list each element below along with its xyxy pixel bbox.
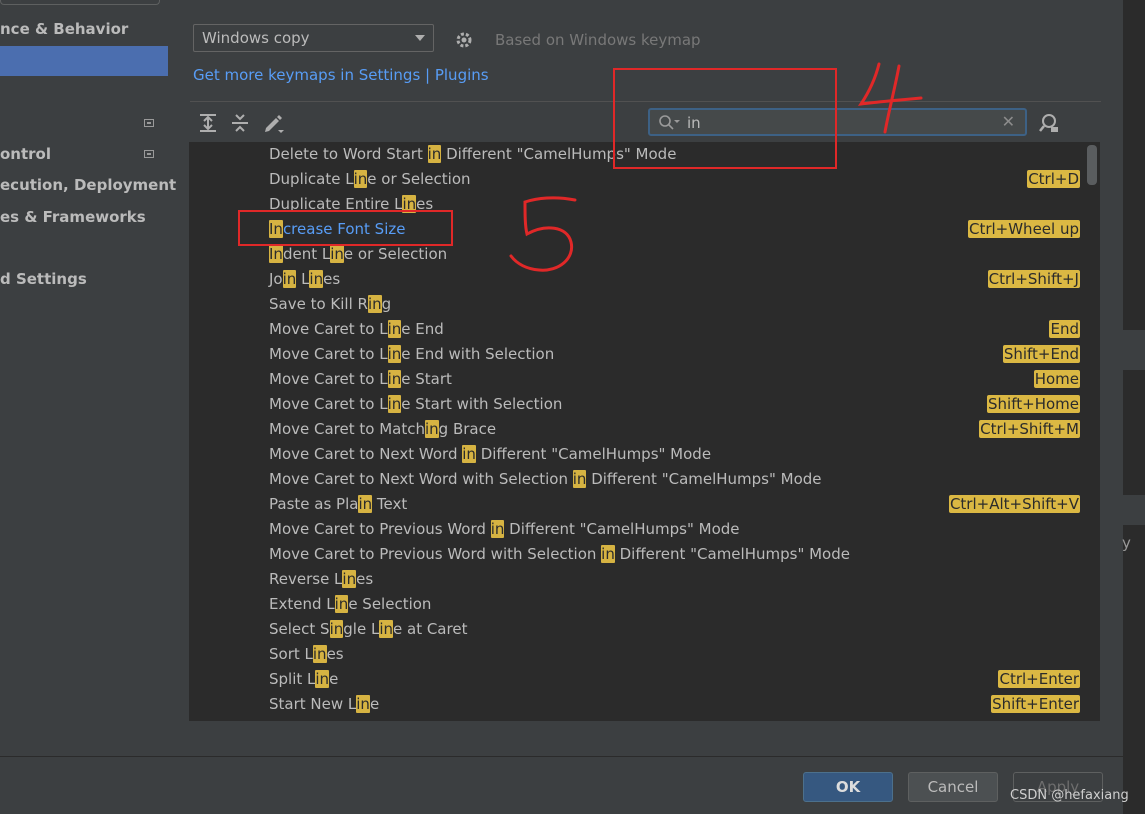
action-row[interactable]: Split Line Ctrl+Enter <box>190 668 1085 693</box>
shortcut-badge: Shift+End <box>1002 345 1080 363</box>
action-row[interactable]: Move Caret to Next Word with Selection i… <box>190 468 1085 493</box>
annotation-digit-5 <box>509 196 577 272</box>
action-name: Paste as Plain Text <box>269 495 408 513</box>
watermark: CSDN @hefaxiang <box>1010 788 1129 803</box>
action-name: Start New Line <box>269 695 380 713</box>
shortcut-badge: Shift+Home <box>987 395 1080 413</box>
shortcut-badge: Ctrl+D <box>1027 170 1080 188</box>
divider <box>0 756 1123 757</box>
action-row[interactable]: Move Caret to Line End with Selection Shi… <box>190 343 1085 368</box>
action-row[interactable]: Move Caret to Next Word in Different "Ca… <box>190 443 1085 468</box>
background-window-panel <box>1123 330 1145 370</box>
sidebar-item-appearance-behavior[interactable]: nce & Behavior <box>0 20 128 38</box>
action-name: Move Caret to Line Start <box>269 370 452 388</box>
expand-all-icon[interactable] <box>197 112 219 134</box>
annotation-digit-4 <box>857 62 923 134</box>
background-window-text: y <box>1122 534 1131 552</box>
action-name: Move Caret to Next Word in Different "Ca… <box>269 445 712 463</box>
shortcut-badge: End <box>1049 320 1080 338</box>
edit-pencil-icon[interactable] <box>262 112 284 134</box>
sidebar-item-keymap-selected[interactable] <box>0 46 168 76</box>
shortcut-badge: Home <box>1033 370 1080 388</box>
annotation-box-selected-row <box>238 210 453 246</box>
action-name: Move Caret to Line End with Selection <box>269 345 555 363</box>
annotation-box-search <box>613 68 837 169</box>
sidebar-search-box[interactable] <box>0 0 160 5</box>
action-row[interactable]: Select Single Line at Caret <box>190 618 1085 643</box>
action-row[interactable]: Reverse Lines <box>190 568 1085 593</box>
list-scrollbar[interactable] <box>1087 145 1097 185</box>
action-name: Indent Line or Selection <box>269 245 448 263</box>
sidebar-item-version-control[interactable]: ontrol <box>0 145 51 163</box>
chevron-down-icon <box>415 35 425 41</box>
action-row[interactable]: Move Caret to Line End End <box>190 318 1085 343</box>
action-name: Move Caret to Line End <box>269 320 444 338</box>
project-scope-icon <box>144 150 154 158</box>
action-name: Move Caret to Previous Word in Different… <box>269 520 740 538</box>
action-name: Move Caret to Matching Brace <box>269 420 497 438</box>
action-name: Save to Kill Ring <box>269 295 392 313</box>
background-window-strip <box>1123 0 1145 814</box>
sidebar-item-build-execution-deployment[interactable]: ecution, Deployment <box>0 176 176 194</box>
collapse-all-icon[interactable] <box>229 112 251 134</box>
action-name: Reverse Lines <box>269 570 374 588</box>
keymap-select-value: Windows copy <box>202 29 310 47</box>
background-window-panel <box>1123 495 1145 525</box>
gear-icon[interactable] <box>454 30 474 50</box>
action-row[interactable]: Extend Line Selection <box>190 593 1085 618</box>
cancel-button[interactable]: Cancel <box>908 772 998 802</box>
shortcut-badge: Ctrl+Shift+M <box>979 420 1080 438</box>
close-icon[interactable]: ✕ <box>1002 112 1015 131</box>
action-row[interactable]: Move Caret to Line Start with Selection S… <box>190 393 1085 418</box>
find-shortcut-icon[interactable] <box>1038 112 1060 134</box>
action-row[interactable]: Indent Line or Selection <box>190 243 1085 268</box>
action-name: Sort Lines <box>269 645 344 663</box>
shortcut-badge: Shift+Enter <box>991 695 1080 713</box>
ok-button[interactable]: OK <box>803 772 893 802</box>
action-row[interactable]: Duplicate Line or Selection Ctrl+D <box>190 168 1085 193</box>
action-row[interactable]: Move Caret to Line Start Home <box>190 368 1085 393</box>
shortcut-badge: Ctrl+Shift+J <box>987 270 1080 288</box>
action-name: Select Single Line at Caret <box>269 620 468 638</box>
action-name: Move Caret to Line Start with Selection <box>269 395 563 413</box>
action-row[interactable]: Move Caret to Previous Word with Selecti… <box>190 543 1085 568</box>
action-name: Extend Line Selection <box>269 595 432 613</box>
shortcut-badge: Ctrl+Enter <box>998 670 1080 688</box>
action-name: Split Line <box>269 670 339 688</box>
action-row[interactable]: Start New Line Shift+Enter <box>190 693 1085 718</box>
action-row[interactable]: Move Caret to Matching Brace Ctrl+Shift+M <box>190 418 1085 443</box>
action-name: Duplicate Line or Selection <box>269 170 471 188</box>
action-name: Move Caret to Previous Word with Selecti… <box>269 545 850 563</box>
sidebar-item-advanced-settings[interactable]: d Settings <box>0 270 87 288</box>
sidebar-item-languages-frameworks[interactable]: es & Frameworks <box>0 208 146 226</box>
keymap-select[interactable]: Windows copy <box>193 24 434 52</box>
action-name: Join Lines <box>269 270 341 288</box>
action-row[interactable]: Move Caret to Previous Word in Different… <box>190 518 1085 543</box>
based-on-label: Based on Windows keymap <box>495 31 701 49</box>
settings-sidebar: nce & Behavior ontrol ecution, Deploymen… <box>0 0 176 756</box>
shortcut-badge: Ctrl+Alt+Shift+V <box>948 495 1080 513</box>
project-scope-icon <box>144 119 154 127</box>
action-name: Move Caret to Next Word with Selection i… <box>269 470 822 488</box>
action-row[interactable]: Save to Kill Ring <box>190 293 1085 318</box>
get-more-keymaps-link[interactable]: Get more keymaps in Settings | Plugins <box>193 66 489 84</box>
action-row[interactable]: Paste as Plain Text Ctrl+Alt+Shift+V <box>190 493 1085 518</box>
shortcut-badge: Ctrl+Wheel up <box>967 220 1080 238</box>
action-row[interactable]: Sort Lines <box>190 643 1085 668</box>
action-row[interactable]: Join Lines Ctrl+Shift+J <box>190 268 1085 293</box>
